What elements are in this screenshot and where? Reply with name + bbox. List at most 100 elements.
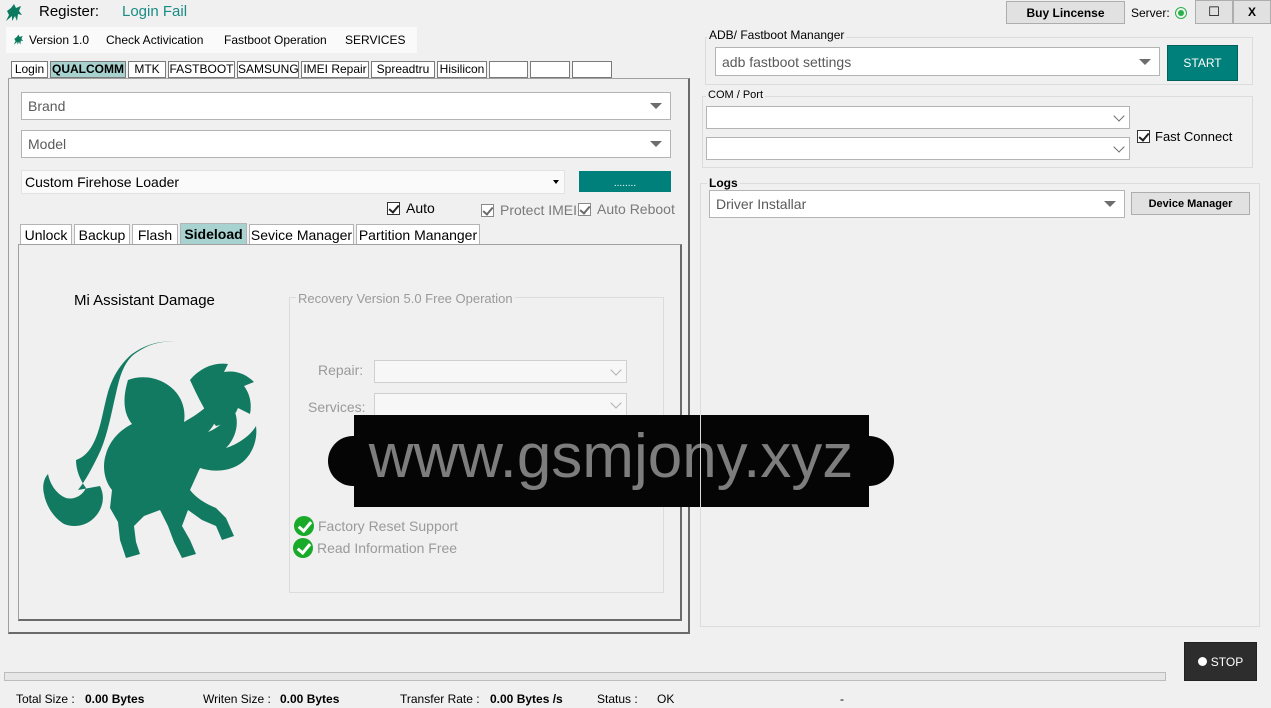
driver-installer-text: Driver Installar xyxy=(716,196,807,212)
com-port-title: COM / Port xyxy=(706,89,766,101)
model-select[interactable]: Model xyxy=(21,130,671,158)
check-circle-icon xyxy=(294,516,314,536)
tab-hisilicon[interactable]: Hisilicon xyxy=(437,61,487,78)
tab-unlock[interactable]: Unlock xyxy=(20,224,72,245)
transfer-rate-label: Transfer Rate : xyxy=(400,692,480,706)
recovery-group-title: Recovery Version 5.0 Free Operation xyxy=(296,291,515,306)
stop-label: STOP xyxy=(1210,654,1244,669)
com-port-select-1[interactable] xyxy=(706,106,1130,129)
tab-blank-1[interactable] xyxy=(489,61,528,78)
tab-service-manager[interactable]: Sevice Manager xyxy=(249,224,354,245)
tab-flash[interactable]: Flash xyxy=(132,224,178,245)
checkbox-checked-icon xyxy=(1137,130,1150,143)
total-size-label: Total Size : xyxy=(16,692,75,706)
logs-title: Logs xyxy=(707,176,740,190)
menu-version[interactable]: Version 1.0 xyxy=(29,33,89,47)
tab-qualcomm[interactable]: QUALCOMM xyxy=(50,61,126,78)
com-port-select-2[interactable] xyxy=(706,137,1130,160)
server-label: Server: xyxy=(1131,6,1170,20)
start-label: START xyxy=(1183,56,1222,70)
adb-settings-text: adb fastboot settings xyxy=(722,53,852,70)
menu-fastboot-operation[interactable]: Fastboot Operation xyxy=(224,33,327,47)
checkbox-checked-icon xyxy=(578,202,591,216)
device-manager-button[interactable]: Device Manager xyxy=(1131,192,1250,215)
feature-read-info: Read Information Free xyxy=(293,538,457,558)
tab-imei-repair[interactable]: IMEI Repair xyxy=(301,61,369,78)
brand-select[interactable]: Brand xyxy=(21,92,671,120)
logs-group xyxy=(700,183,1260,627)
firehose-loader-text: Custom Firehose Loader xyxy=(25,174,180,190)
status-label: Status : xyxy=(597,692,638,706)
tab-login[interactable]: Login xyxy=(11,61,48,78)
chevron-down-icon xyxy=(1139,58,1151,65)
tab-mtk[interactable]: MTK xyxy=(128,61,166,78)
chevron-down-icon xyxy=(650,141,662,147)
protect-imei-checkbox[interactable]: Protect IMEI xyxy=(481,202,577,218)
chevron-down-icon xyxy=(1113,109,1125,122)
tab-fastboot[interactable]: FASTBOOT xyxy=(168,61,235,78)
tab-blank-3[interactable] xyxy=(572,61,612,78)
progress-bar xyxy=(4,672,1166,681)
auto-checkbox[interactable]: Auto xyxy=(387,200,435,216)
app-logo-icon xyxy=(3,3,25,23)
menu-check-activation[interactable]: Check Activication xyxy=(106,33,203,47)
written-size-value: 0.00 Bytes xyxy=(280,692,340,706)
browse-loader-button[interactable]: ........ xyxy=(579,171,671,192)
start-button[interactable]: START xyxy=(1167,45,1238,81)
mi-assistant-title: Mi Assistant Damage xyxy=(74,292,215,309)
chevron-down-icon xyxy=(553,180,559,184)
tab-spreadtru[interactable]: Spreadtru xyxy=(371,61,435,78)
server-status-icon xyxy=(1175,7,1187,19)
chevron-down-icon xyxy=(610,396,622,409)
stop-icon xyxy=(1197,657,1207,666)
checkbox-checked-icon xyxy=(387,201,400,215)
browse-loader-label: ........ xyxy=(613,178,637,189)
services-label: Services: xyxy=(308,399,366,415)
adb-settings-select[interactable]: adb fastboot settings xyxy=(715,47,1160,76)
device-manager-label: Device Manager xyxy=(1148,197,1233,210)
register-status: Login Fail xyxy=(122,3,188,20)
register-label: Register: xyxy=(39,3,100,20)
services-select[interactable] xyxy=(374,393,627,416)
tab-blank-2[interactable] xyxy=(530,61,570,78)
maximize-button[interactable]: ☐ xyxy=(1195,0,1233,24)
auto-reboot-checkbox[interactable]: Auto Reboot xyxy=(578,201,675,217)
fast-connect-checkbox[interactable]: Fast Connect xyxy=(1137,129,1232,144)
check-circle-icon xyxy=(293,538,313,558)
feature-read-info-label: Read Information Free xyxy=(317,540,458,556)
status-dash: - xyxy=(840,692,844,706)
repair-label: Repair: xyxy=(318,362,364,378)
close-icon: X xyxy=(1247,5,1256,19)
dragon-logo-icon xyxy=(40,340,262,562)
written-size-label: Writen Size : xyxy=(203,692,271,706)
stop-button[interactable]: STOP xyxy=(1184,642,1257,681)
feature-factory-reset-label: Factory Reset Support xyxy=(318,518,459,534)
status-value: OK xyxy=(657,692,675,706)
chevron-down-icon xyxy=(1104,201,1116,207)
fast-connect-label: Fast Connect xyxy=(1155,129,1233,144)
menu-services[interactable]: SERVICES xyxy=(345,33,405,47)
brand-select-text: Brand xyxy=(28,98,66,114)
chevron-down-icon xyxy=(610,363,622,376)
feature-factory-reset: Factory Reset Support xyxy=(294,516,458,536)
firehose-loader-select[interactable]: Custom Firehose Loader xyxy=(21,170,565,194)
auto-label: Auto xyxy=(406,200,435,216)
auto-reboot-label: Auto Reboot xyxy=(597,201,675,217)
tab-samsung[interactable]: SAMSUNG xyxy=(237,61,299,78)
chevron-down-icon xyxy=(1113,140,1125,153)
model-select-text: Model xyxy=(28,136,67,152)
protect-imei-label: Protect IMEI xyxy=(500,202,578,218)
tab-sideload[interactable]: Sideload xyxy=(180,223,247,245)
total-size-value: 0.00 Bytes xyxy=(85,692,145,706)
maximize-icon: ☐ xyxy=(1208,4,1220,19)
driver-installer-select[interactable]: Driver Installar xyxy=(709,190,1125,218)
chevron-down-icon xyxy=(650,103,662,109)
adb-group-title: ADB/ Fastboot Mananger xyxy=(707,28,847,42)
repair-select[interactable] xyxy=(374,360,627,383)
buy-license-button[interactable]: Buy Lincense xyxy=(1006,1,1125,24)
menu-version-icon xyxy=(12,34,25,49)
tab-partition-manager[interactable]: Partition Mananger xyxy=(356,224,480,245)
close-button[interactable]: X xyxy=(1233,0,1271,24)
tab-backup[interactable]: Backup xyxy=(74,224,130,245)
transfer-rate-value: 0.00 Bytes /s xyxy=(490,692,563,706)
